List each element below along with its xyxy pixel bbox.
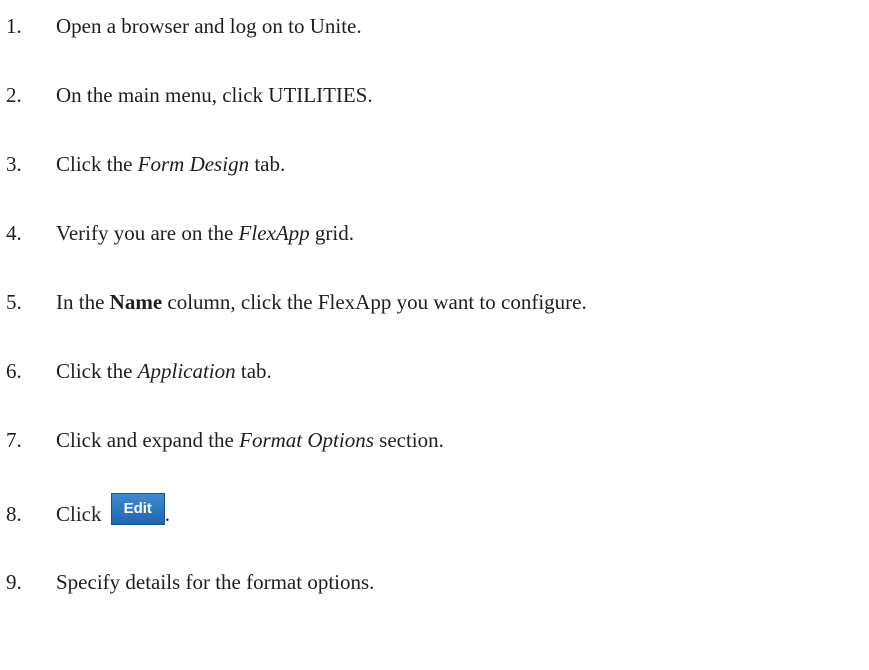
step-number: 3. xyxy=(6,152,22,176)
step-number: 5. xyxy=(6,290,22,314)
step-text-part: Click the xyxy=(56,152,138,176)
step-text-part: Click xyxy=(56,502,107,526)
step-text: Click the Form Design tab. xyxy=(56,152,285,176)
step-5: 5. In the Name column, click the FlexApp … xyxy=(6,282,587,322)
step-number: 4. xyxy=(6,221,22,245)
section-name-format-options: Format Options xyxy=(239,428,374,452)
step-number: 1. xyxy=(6,14,22,38)
tab-name-application: Application xyxy=(137,359,236,383)
step-text-part: Click the xyxy=(56,359,138,383)
tab-name-form-design: Form Design xyxy=(137,152,250,176)
step-text: Click Edit. xyxy=(56,493,170,526)
grid-name-flexapp: FlexApp xyxy=(238,221,310,245)
step-text: On the main menu, click UTILITIES. xyxy=(56,83,373,107)
column-name-name: Name xyxy=(109,290,163,314)
step-text-part: Verify you are on the xyxy=(56,221,239,245)
step-text-part: column, click the FlexApp you want to co… xyxy=(162,290,587,314)
step-text-part: tab. xyxy=(235,359,272,383)
step-text-part: grid. xyxy=(309,221,354,245)
step-text-part: section. xyxy=(373,428,444,452)
step-text-part: tab. xyxy=(249,152,286,176)
step-6: 6. Click the Application tab. xyxy=(6,351,272,391)
step-text: Click and expand the Format Options sect… xyxy=(56,428,444,452)
step-text-part: Click and expand the xyxy=(56,428,240,452)
step-3: 3. Click the Form Design tab. xyxy=(6,144,285,184)
step-text: In the Name column, click the FlexApp yo… xyxy=(56,290,587,314)
step-8: 8. Click Edit. xyxy=(6,493,170,534)
step-text: Specify details for the format options. xyxy=(56,570,375,594)
step-7: 7. Click and expand the Format Options se… xyxy=(6,420,444,460)
edit-button[interactable]: Edit xyxy=(110,493,165,526)
step-number: 8. xyxy=(6,502,22,526)
step-text: Click the Application tab. xyxy=(56,359,272,383)
step-number: 2. xyxy=(6,83,22,107)
step-4: 4. Verify you are on the FlexApp grid. xyxy=(6,213,354,253)
step-text-part: . xyxy=(164,502,170,526)
step-1: 1. Open a browser and log on to Unite. xyxy=(6,6,362,46)
step-number: 7. xyxy=(6,428,22,452)
step-text: Verify you are on the FlexApp grid. xyxy=(56,221,354,245)
step-number: 6. xyxy=(6,359,22,383)
step-text: Open a browser and log on to Unite. xyxy=(56,14,362,38)
step-number: 9. xyxy=(6,570,22,594)
step-9: 9. Specify details for the format options… xyxy=(6,562,374,602)
step-2: 2. On the main menu, click UTILITIES. xyxy=(6,75,373,115)
step-text-part: In the xyxy=(56,290,110,314)
